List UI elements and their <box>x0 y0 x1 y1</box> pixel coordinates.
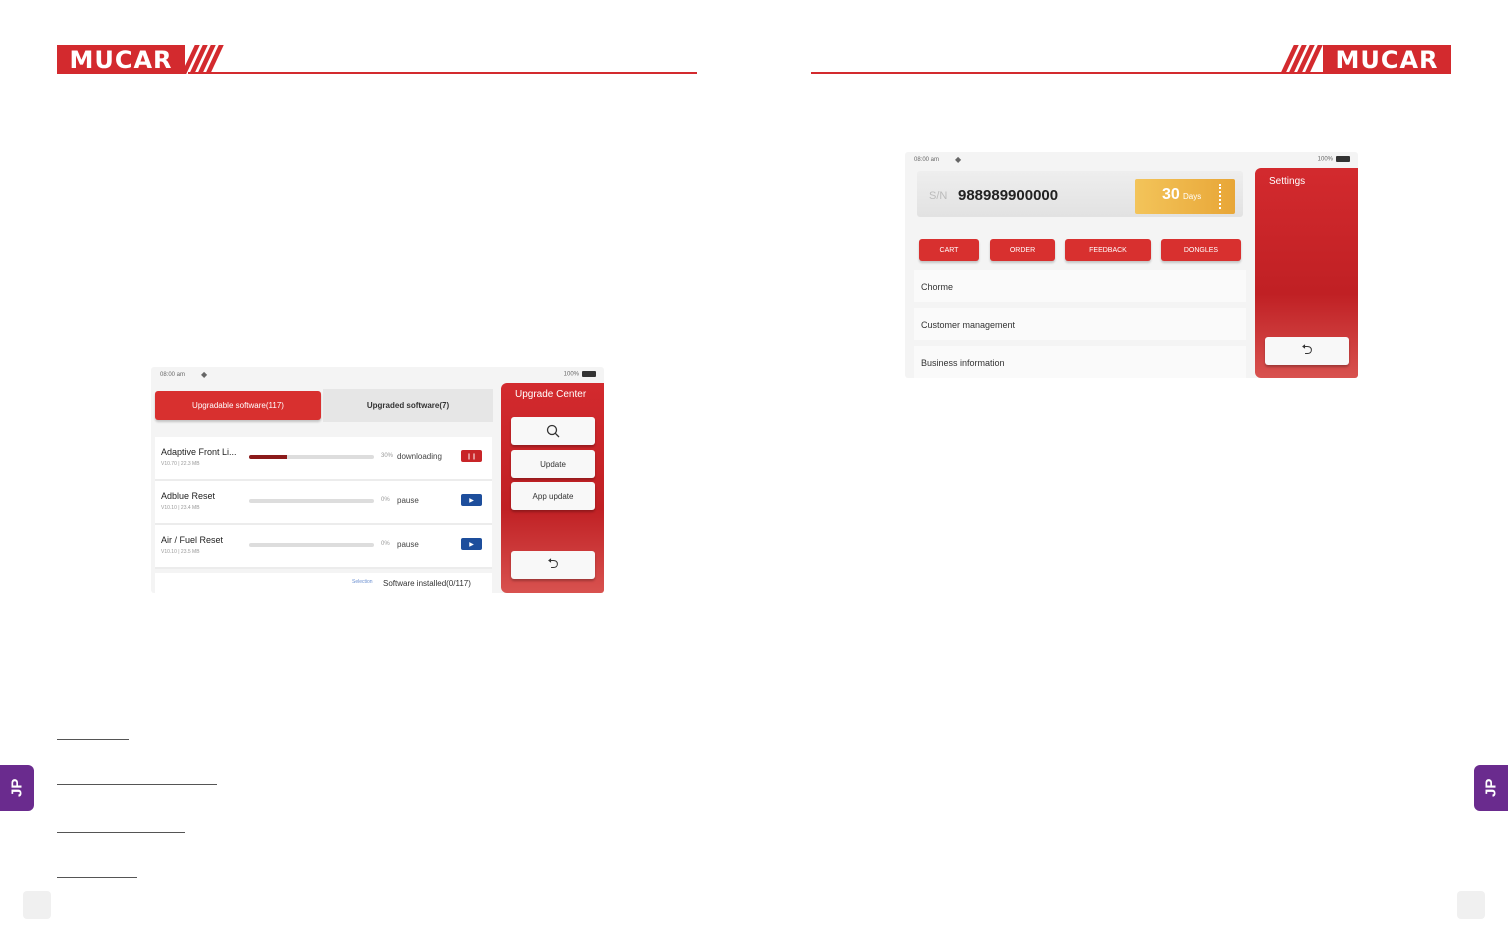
menu-item-label: Business information <box>921 358 1005 368</box>
menu-item-label: Customer management <box>921 320 1016 330</box>
selection-label[interactable]: Selection <box>352 579 373 585</box>
progress-bar <box>249 499 374 503</box>
installed-count: Software installed(0/117) <box>383 579 471 588</box>
menu-item-chorme[interactable]: Chorme <box>914 270 1246 302</box>
days-remaining-badge: 30 Days <box>1135 179 1235 214</box>
upgrade-sidebar: Upgrade Center Update App update ⮌ <box>501 383 604 593</box>
language-tab-right: JP <box>1474 765 1508 811</box>
search-icon <box>546 424 560 438</box>
status-bar: 08:00 am ◆ 100% <box>905 152 1358 168</box>
underline-4 <box>57 877 137 878</box>
menu-item-business-information[interactable]: Business information <box>914 346 1246 378</box>
software-version: V10.10 | 23.5 MB <box>161 549 200 555</box>
progress-bar <box>249 455 374 459</box>
list-footer: Selection Software installed(0/117) <box>155 573 492 593</box>
tab-upgradable-software[interactable]: Upgradable software(117) <box>155 391 321 420</box>
battery-indicator: 100% <box>1318 156 1350 163</box>
dongles-button[interactable]: DONGLES <box>1161 239 1241 261</box>
app-update-button[interactable]: App update <box>511 482 595 510</box>
pause-button[interactable]: ❙❙ <box>461 450 482 462</box>
wifi-icon: ◆ <box>201 370 208 379</box>
header-stripes-right <box>1280 45 1323 74</box>
list-item[interactable]: Adaptive Front Li... V10.70 | 22.3 MB 30… <box>155 437 492 481</box>
software-version: V10.70 | 22.3 MB <box>161 461 200 467</box>
update-button[interactable]: Update <box>511 450 595 478</box>
page-number-box-left <box>23 891 51 919</box>
software-list: Adaptive Front Li... V10.70 | 22.3 MB 30… <box>155 437 492 571</box>
download-status: pause <box>397 540 419 549</box>
mucar-logo-left: MUCAR <box>57 45 185 74</box>
battery-text: 100% <box>1317 156 1333 163</box>
underline-1 <box>57 739 129 740</box>
back-button[interactable]: ⮌ <box>1265 337 1349 365</box>
progress-percent: 0% <box>381 541 390 547</box>
header-stripes-left <box>181 45 224 74</box>
underline-2 <box>57 784 217 785</box>
software-name: Adblue Reset <box>161 491 216 501</box>
page-number-box-right <box>1457 891 1485 919</box>
battery-icon <box>582 371 596 377</box>
progress-fill <box>249 455 287 459</box>
serial-number-card: S/N 988989900000 30 Days <box>917 171 1243 217</box>
progress-bar <box>249 543 374 547</box>
header-rule-left <box>188 72 697 74</box>
download-status: downloading <box>397 452 442 461</box>
mucar-logo-right: MUCAR <box>1323 45 1451 74</box>
status-time: 08:00 am <box>914 157 940 163</box>
menu-item-label: Chorme <box>921 282 954 292</box>
search-button[interactable] <box>511 417 595 445</box>
settings-screenshot: 08:00 am ◆ 100% S/N 988989900000 30 Days… <box>905 152 1358 378</box>
settings-sidebar: Settings ⮌ <box>1255 168 1358 378</box>
ticket-edge <box>1219 184 1225 209</box>
upgrade-center-screenshot: 08:00 am ◆ 100% Upgradable software(117)… <box>151 367 604 593</box>
feedback-button[interactable]: FEEDBACK <box>1065 239 1151 261</box>
wifi-icon: ◆ <box>955 155 962 164</box>
back-icon: ⮌ <box>547 555 559 571</box>
cart-button[interactable]: CART <box>919 239 979 261</box>
sn-value: 988989900000 <box>958 187 1059 204</box>
back-button[interactable]: ⮌ <box>511 551 595 579</box>
progress-percent: 0% <box>381 497 390 503</box>
sidebar-title: Settings <box>1269 176 1306 187</box>
tab-upgraded-software[interactable]: Upgraded software(7) <box>323 389 493 422</box>
download-status: pause <box>397 496 419 505</box>
sidebar-title: Upgrade Center <box>515 389 587 400</box>
status-bar: 08:00 am ◆ 100% <box>151 367 604 383</box>
battery-icon <box>1336 156 1350 162</box>
language-tab-left: JP <box>0 765 34 811</box>
battery-text: 100% <box>563 371 579 378</box>
battery-indicator: 100% <box>564 371 596 378</box>
underline-3 <box>57 832 185 833</box>
back-icon: ⮌ <box>1301 341 1313 357</box>
play-button[interactable]: ▶ <box>461 494 482 506</box>
order-button[interactable]: ORDER <box>990 239 1055 261</box>
header-rule-right <box>811 72 1323 74</box>
status-time: 08:00 am <box>160 372 186 378</box>
days-unit: Days <box>1183 192 1202 201</box>
menu-item-customer-management[interactable]: Customer management <box>914 308 1246 340</box>
list-item[interactable]: Air / Fuel Reset V10.10 | 23.5 MB 0% pau… <box>155 525 492 569</box>
sn-label: S/N <box>929 190 948 202</box>
software-name: Adaptive Front Li... <box>161 447 237 457</box>
progress-percent: 30% <box>381 453 394 459</box>
software-version: V10.10 | 23.4 MB <box>161 505 200 511</box>
play-button[interactable]: ▶ <box>461 538 482 550</box>
software-name: Air / Fuel Reset <box>161 535 224 545</box>
manual-spread: MUCAR MUCAR 08:00 am ◆ 100% Upgradable s… <box>0 0 1508 941</box>
list-item[interactable]: Adblue Reset V10.10 | 23.4 MB 0% pause ▶ <box>155 481 492 525</box>
days-number: 30 <box>1162 186 1180 203</box>
